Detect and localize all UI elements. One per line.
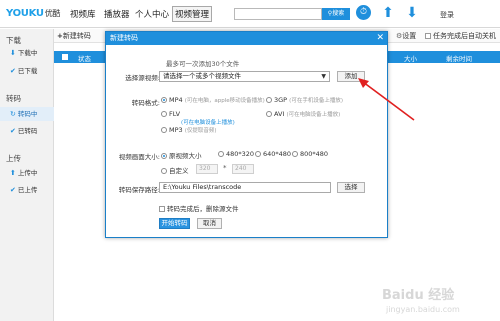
close-icon[interactable]: ✕ <box>376 32 384 45</box>
nav-player[interactable]: 播放器 <box>104 8 130 20</box>
svg-text:jingyan.baidu.com: jingyan.baidu.com <box>385 305 460 314</box>
new-transcode-button[interactable]: +新建转码 <box>57 31 91 41</box>
sidebar: 下载 ⬇ 下载中 ✔ 已下载 转码 ↻ 转码中 ✔ 已转码 上传 ⬆ 上传中 ✔ 已上传 <box>0 29 54 321</box>
upload-icon: ⬆ <box>10 169 16 177</box>
transcode-icon: ↻ <box>10 110 16 118</box>
search-button[interactable]: ⚲搜索 <box>322 8 350 20</box>
add-button[interactable]: 添加 <box>337 71 365 82</box>
size-original-radio[interactable]: 原视频大小 <box>161 150 202 160</box>
settings-button[interactable]: ⚙设置 <box>396 31 416 41</box>
search-input[interactable] <box>234 8 322 20</box>
nav-personal-center[interactable]: 个人中心 <box>135 8 169 20</box>
source-video-select[interactable]: 请选择一个或多个视频文件 ▼ <box>159 71 330 82</box>
sidebar-item-transcoded[interactable]: ✔ 已转码 <box>0 124 54 138</box>
speed-icon[interactable]: ⏱ <box>356 5 371 20</box>
format-mp3-radio[interactable]: MP3 (仅提取音频) <box>161 126 217 134</box>
path-label: 转码保存路径: <box>118 186 160 194</box>
section-download: 下载 <box>6 36 21 45</box>
col-size: 大小 <box>404 55 417 63</box>
dialog-title: 新建转码 <box>106 32 387 45</box>
format-avi-radio[interactable]: AVI (可在电脑设备上播放) <box>266 110 340 118</box>
sidebar-item-transcoding[interactable]: ↻ 转码中 <box>0 107 54 121</box>
login-link[interactable]: 登录 <box>440 10 454 20</box>
format-flv-note: (可在电脑设备上播放) <box>181 120 235 126</box>
delete-source-checkbox[interactable]: 转码完成后，删除源文件 <box>159 203 239 213</box>
select-all-checkbox[interactable] <box>62 53 70 61</box>
download-arrow-icon[interactable]: ⬇ <box>404 5 420 21</box>
nav-video-library[interactable]: 视频库 <box>70 8 96 20</box>
check-icon: ✔ <box>10 127 16 135</box>
source-label: 选择源视频: <box>125 74 160 82</box>
start-transcode-button[interactable]: 开始转码 <box>159 218 190 229</box>
custom-height-input[interactable]: 240 <box>232 164 254 174</box>
check-icon: ✔ <box>10 186 16 194</box>
auto-shutdown-checkbox[interactable]: 任务完成后自动关机 <box>425 31 496 41</box>
check-icon: ✔ <box>10 67 16 75</box>
nav-video-manage[interactable]: 视频管理 <box>172 6 213 22</box>
times-sign: * <box>223 164 227 172</box>
sidebar-item-uploading[interactable]: ⬆ 上传中 <box>0 166 54 180</box>
svg-text:Baidu 经验: Baidu 经验 <box>382 287 455 303</box>
size-480x320-radio[interactable]: 480*320 <box>218 150 254 158</box>
size-800x480-radio[interactable]: 800*480 <box>292 150 328 158</box>
new-transcode-dialog: 新建转码 ✕ 最多可一次添加30个文件 选择源视频: 请选择一个或多个视频文件 ▼… <box>105 31 388 238</box>
browse-button[interactable]: 选择 <box>337 182 365 193</box>
col-status: 状态 <box>78 55 91 63</box>
youku-logo[interactable]: YOUKU优酷 <box>6 8 60 19</box>
sidebar-item-downloaded[interactable]: ✔ 已下载 <box>0 64 54 78</box>
section-transcode: 转码 <box>6 94 21 103</box>
sidebar-item-downloading[interactable]: ⬇ 下载中 <box>0 46 54 60</box>
format-3gp-radio[interactable]: 3GP (可在手机设备上播放) <box>266 96 343 104</box>
format-mp4-radio[interactable]: MP4 (可在电脑，apple移动设备播放) <box>161 96 265 104</box>
section-upload: 上传 <box>6 154 21 163</box>
size-640x480-radio[interactable]: 640*480 <box>255 150 291 158</box>
format-label: 转码格式: <box>131 99 160 107</box>
download-icon: ⬇ <box>10 49 16 57</box>
sidebar-item-uploaded[interactable]: ✔ 已上传 <box>0 183 54 197</box>
top-bar: YOUKU优酷 视频库 播放器 个人中心 视频管理 ⚲搜索 ⏱ ⬆ ⬇ 登录 <box>0 0 500 28</box>
custom-width-input[interactable]: 320 <box>196 164 218 174</box>
format-flv-radio[interactable]: FLV <box>161 110 180 118</box>
baidu-watermark: Baidu 经验 jingyan.baidu.com <box>378 283 496 317</box>
upload-arrow-icon[interactable]: ⬆ <box>380 5 396 21</box>
save-path-input[interactable]: E:\Youku Files\transcode <box>159 182 331 193</box>
cancel-button[interactable]: 取消 <box>197 218 222 229</box>
chevron-down-icon: ▼ <box>321 73 326 80</box>
col-time: 剩余时间 <box>446 55 472 63</box>
hint-text: 最多可一次添加30个文件 <box>166 60 240 68</box>
size-label: 视频画面大小: <box>118 153 160 161</box>
size-custom-radio[interactable]: 自定义 <box>161 165 189 175</box>
